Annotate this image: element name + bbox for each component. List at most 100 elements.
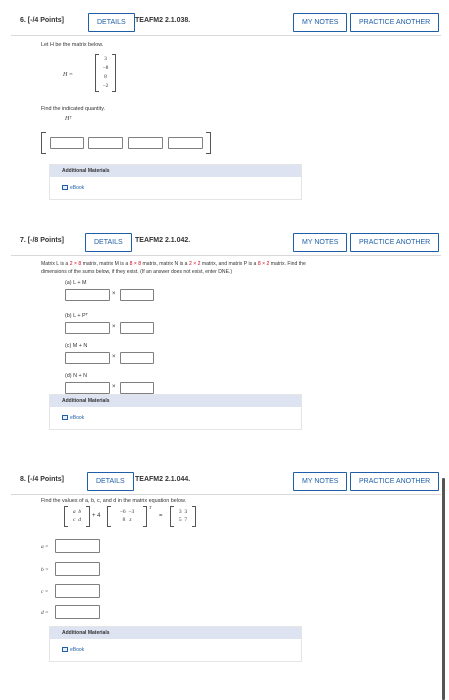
scalar-label: + 4 [92, 513, 101, 519]
var-d-label: d = [41, 610, 49, 616]
ebook-label: eBook [70, 647, 85, 653]
ebook-link[interactable]: eBook [62, 647, 84, 653]
matrix-cell: −2 [102, 83, 109, 89]
matrix-cell: z [129, 517, 132, 523]
ebook-link[interactable]: eBook [62, 185, 84, 191]
part-d-rows-input[interactable] [65, 382, 110, 394]
practice-another-button[interactable]: PRACTICE ANOTHER [350, 472, 440, 491]
matrix-3-right-bracket [192, 506, 196, 527]
question-header: 8. [-/4 Points] DETAILS TEAFM2 2.1.044. … [11, 469, 441, 495]
matrix-cell: c [73, 517, 76, 523]
matrix-3: 3 3 5 7 [173, 508, 193, 524]
answer-input-1[interactable] [50, 137, 84, 149]
matrix-cell: d [78, 517, 81, 523]
additional-materials: Additional Materials eBook [49, 626, 302, 662]
additional-materials-title: Additional Materials [50, 395, 301, 407]
question-number: 8. [-/4 Points] [20, 476, 64, 483]
question-number: 6. [-/4 Points] [20, 17, 64, 24]
part-b-rows-input[interactable] [65, 322, 110, 334]
matrix-cell: −3 [128, 509, 135, 515]
matrix-cell: a [72, 509, 76, 515]
details-button[interactable]: DETAILS [88, 13, 135, 32]
practice-another-button[interactable]: PRACTICE ANOTHER [350, 233, 440, 252]
matrix-cell: 3 [104, 56, 107, 62]
part-b-label: (b) L + Pᵀ [65, 313, 88, 319]
ebook-label: eBook [70, 185, 85, 191]
question-prompt: Let H be the matrix below. [41, 42, 104, 48]
instruction-text: Find the indicated quantity. [41, 106, 106, 112]
part-d-cols-input[interactable] [120, 382, 154, 394]
my-notes-button[interactable]: MY NOTES [293, 472, 348, 491]
details-button[interactable]: DETAILS [85, 233, 132, 252]
question-code: TEAFM2 2.1.044. [135, 476, 191, 483]
ebook-label: eBook [70, 415, 85, 421]
part-a-cols-input[interactable] [120, 289, 154, 301]
part-d-label: (d) N + N [65, 373, 88, 379]
answer-input-3[interactable] [128, 137, 163, 149]
question-8: 8. [-/4 Points] DETAILS TEAFM2 2.1.044. … [11, 469, 441, 669]
quantity-label: Hᵀ [65, 116, 72, 122]
matrix-1-right-bracket [86, 506, 90, 527]
matrix-cell: 8 [104, 74, 107, 80]
times-sign: × [112, 324, 116, 330]
additional-materials-title: Additional Materials [50, 165, 301, 177]
practice-another-button[interactable]: PRACTICE ANOTHER [350, 13, 440, 32]
part-c-cols-input[interactable] [120, 352, 154, 364]
equals-sign: = [159, 513, 163, 519]
matrix-cell: 5 [178, 517, 182, 523]
part-a-label: (a) L + M [65, 280, 87, 286]
my-notes-button[interactable]: MY NOTES [293, 233, 348, 252]
var-a-input[interactable] [55, 539, 100, 553]
question-header: 6. [-/4 Points] DETAILS TEAFM2 2.1.038. … [11, 10, 441, 36]
question-header: 7. [-/8 Points] DETAILS TEAFM2 2.1.042. … [11, 230, 441, 256]
matrix-cell: b [78, 509, 82, 515]
question-prompt: Find the values of a, b, c, and d in the… [41, 498, 187, 504]
matrix-cell: 3 [178, 509, 182, 515]
part-c-rows-input[interactable] [65, 352, 110, 364]
part-b-cols-input[interactable] [120, 322, 154, 334]
matrix-cell: −8 [102, 65, 109, 71]
matrix-cell: 3 [184, 509, 188, 515]
book-icon [62, 185, 68, 190]
question-6: 6. [-/4 Points] DETAILS TEAFM2 2.1.038. … [11, 10, 441, 200]
additional-materials: Additional Materials eBook [49, 164, 302, 200]
matrix-cell: 7 [184, 517, 188, 523]
times-sign: × [112, 291, 116, 297]
additional-materials: Additional Materials eBook [49, 394, 302, 430]
var-b-label: b = [41, 567, 49, 573]
var-d-input[interactable] [55, 605, 100, 619]
book-icon [62, 647, 68, 652]
matrix-2-right-bracket [143, 506, 147, 527]
matrix-cell: −6 [119, 509, 126, 515]
question-7: 7. [-/8 Points] DETAILS TEAFM2 2.1.042. … [11, 230, 441, 440]
answer-left-bracket [41, 132, 46, 154]
var-c-input[interactable] [55, 584, 100, 598]
question-number: 7. [-/8 Points] [20, 237, 64, 244]
var-a-label: a = [41, 544, 49, 550]
question-prompt-cont: dimensions of the sums below, if they ex… [41, 269, 233, 275]
matrix-2: −6 −3 8 z [110, 508, 144, 524]
transpose-mark: T [149, 505, 152, 510]
question-prompt: Matrix L is a 2 × 8 matrix, matrix M is … [41, 261, 306, 267]
times-sign: × [112, 384, 116, 390]
var-c-label: c = [41, 589, 49, 595]
question-code: TEAFM2 2.1.042. [135, 237, 191, 244]
matrix-h: 3 −8 8 −2 [97, 55, 114, 91]
part-c-label: (c) M + N [65, 343, 88, 349]
my-notes-button[interactable]: MY NOTES [293, 13, 348, 32]
answer-input-4[interactable] [168, 137, 203, 149]
question-code: TEAFM2 2.1.038. [135, 17, 191, 24]
book-icon [62, 415, 68, 420]
part-a-rows-input[interactable] [65, 289, 110, 301]
additional-materials-title: Additional Materials [50, 627, 301, 639]
var-b-input[interactable] [55, 562, 100, 576]
times-sign: × [112, 354, 116, 360]
ebook-link[interactable]: eBook [62, 415, 84, 421]
matrix-label: H = [63, 72, 73, 78]
answer-right-bracket [206, 132, 211, 154]
details-button[interactable]: DETAILS [87, 472, 134, 491]
answer-input-2[interactable] [88, 137, 123, 149]
matrix-1: a b c d [67, 508, 87, 524]
scrollbar[interactable] [442, 478, 445, 700]
matrix-cell: 8 [122, 517, 126, 523]
